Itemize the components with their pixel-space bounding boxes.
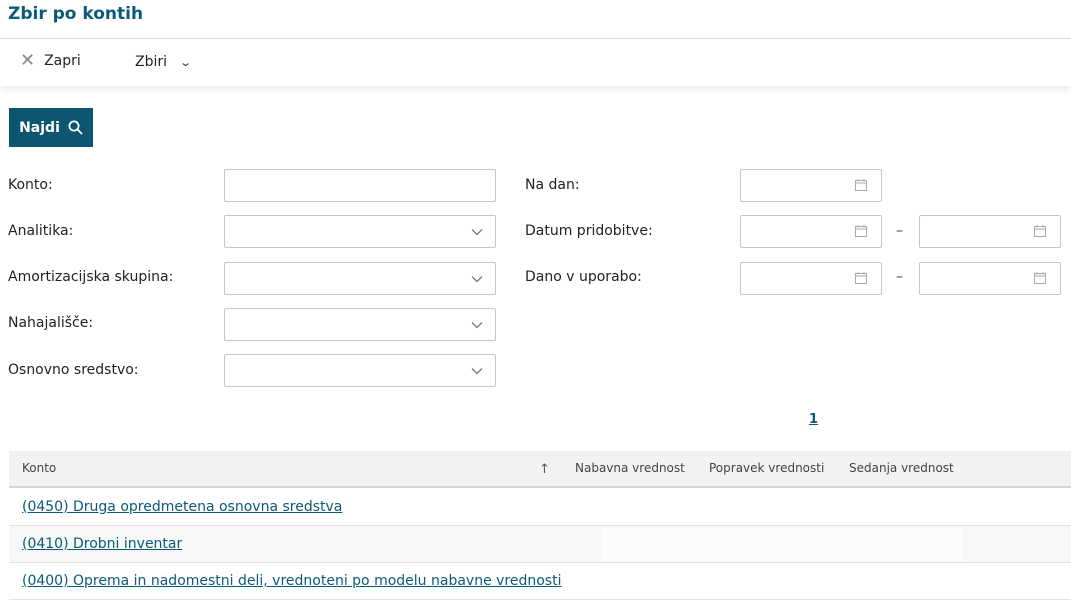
chevron-down-icon [471, 276, 483, 283]
zbiri-label: Zbiri [135, 54, 168, 70]
close-label: Zapri [44, 53, 81, 69]
konto-link[interactable]: (0450) Druga opredmetena osnovna sredstv… [22, 499, 342, 515]
toolbar: ✕ Zapri Zbiri ⌄ [0, 38, 1071, 86]
column-header-popravek-vrednosti[interactable]: Popravek vrednosti [709, 461, 824, 475]
value-cells [601, 528, 963, 561]
column-header-konto[interactable]: Konto [22, 461, 56, 475]
range-separator: – [896, 223, 903, 239]
value-cells [601, 491, 963, 524]
calendar-icon[interactable] [1034, 225, 1046, 237]
konto-field[interactable] [224, 169, 496, 202]
range-separator: – [896, 269, 903, 285]
search-button[interactable]: Najdi [9, 108, 93, 147]
datum-pridobitve-label: Datum pridobitve: [525, 223, 653, 239]
close-icon: ✕ [20, 50, 36, 71]
konto-link[interactable]: (0400) Oprema in nadomestni deli, vredno… [22, 573, 561, 589]
analitika-label: Analitika: [8, 223, 74, 239]
dano-v-uporabo-label: Dano v uporabo: [525, 269, 642, 285]
chevron-down-icon [471, 229, 483, 236]
chevron-down-icon [471, 368, 483, 375]
dano-v-uporabo-from-field[interactable] [740, 262, 882, 295]
search-button-label: Najdi [19, 119, 60, 136]
osnovno-sredstvo-label: Osnovno sredstvo: [8, 362, 139, 378]
konto-input[interactable] [225, 170, 495, 201]
table-header: Konto ↑ Nabavna vrednost Popravek vredno… [9, 451, 1071, 488]
nahajalisce-select[interactable] [224, 308, 496, 341]
page-title: Zbir po kontih [8, 4, 144, 24]
pagination-page-link[interactable]: 1 [809, 412, 818, 427]
sort-asc-icon[interactable]: ↑ [539, 462, 550, 477]
amortizacijska-skupina-label: Amortizacijska skupina: [8, 269, 174, 285]
chevron-down-icon: ⌄ [179, 55, 193, 69]
datum-pridobitve-to-field[interactable] [919, 215, 1061, 248]
konto-link[interactable]: (0410) Drobni inventar [22, 536, 182, 552]
calendar-icon[interactable] [855, 272, 867, 284]
zbiri-dropdown[interactable]: Zbiri ⌄ [135, 54, 193, 70]
calendar-icon[interactable] [1034, 272, 1046, 284]
value-cells [601, 565, 963, 598]
column-header-sedanja-vrednost[interactable]: Sedanja vrednost [849, 461, 954, 475]
konto-label: Konto: [8, 177, 53, 193]
amortizacijska-skupina-select[interactable] [224, 262, 496, 295]
table-row: (0410) Drobni inventar [9, 526, 1071, 563]
calendar-icon[interactable] [855, 225, 867, 237]
dano-v-uporabo-to-field[interactable] [919, 262, 1061, 295]
close-button[interactable]: ✕ Zapri [20, 50, 81, 71]
chevron-down-icon [471, 322, 483, 329]
table-row: (0400) Oprema in nadomestni deli, vredno… [9, 563, 1071, 600]
na-dan-date-field[interactable] [740, 169, 882, 202]
search-icon [68, 120, 83, 135]
datum-pridobitve-from-field[interactable] [740, 215, 882, 248]
na-dan-label: Na dan: [525, 177, 580, 193]
calendar-icon[interactable] [855, 179, 867, 191]
column-header-nabavna-vrednost[interactable]: Nabavna vrednost [575, 461, 685, 475]
osnovno-sredstvo-select[interactable] [224, 354, 496, 387]
table-row: (0450) Druga opredmetena osnovna sredstv… [9, 489, 1071, 526]
analitika-select[interactable] [224, 215, 496, 248]
nahajalisce-label: Nahajališče: [8, 315, 94, 331]
